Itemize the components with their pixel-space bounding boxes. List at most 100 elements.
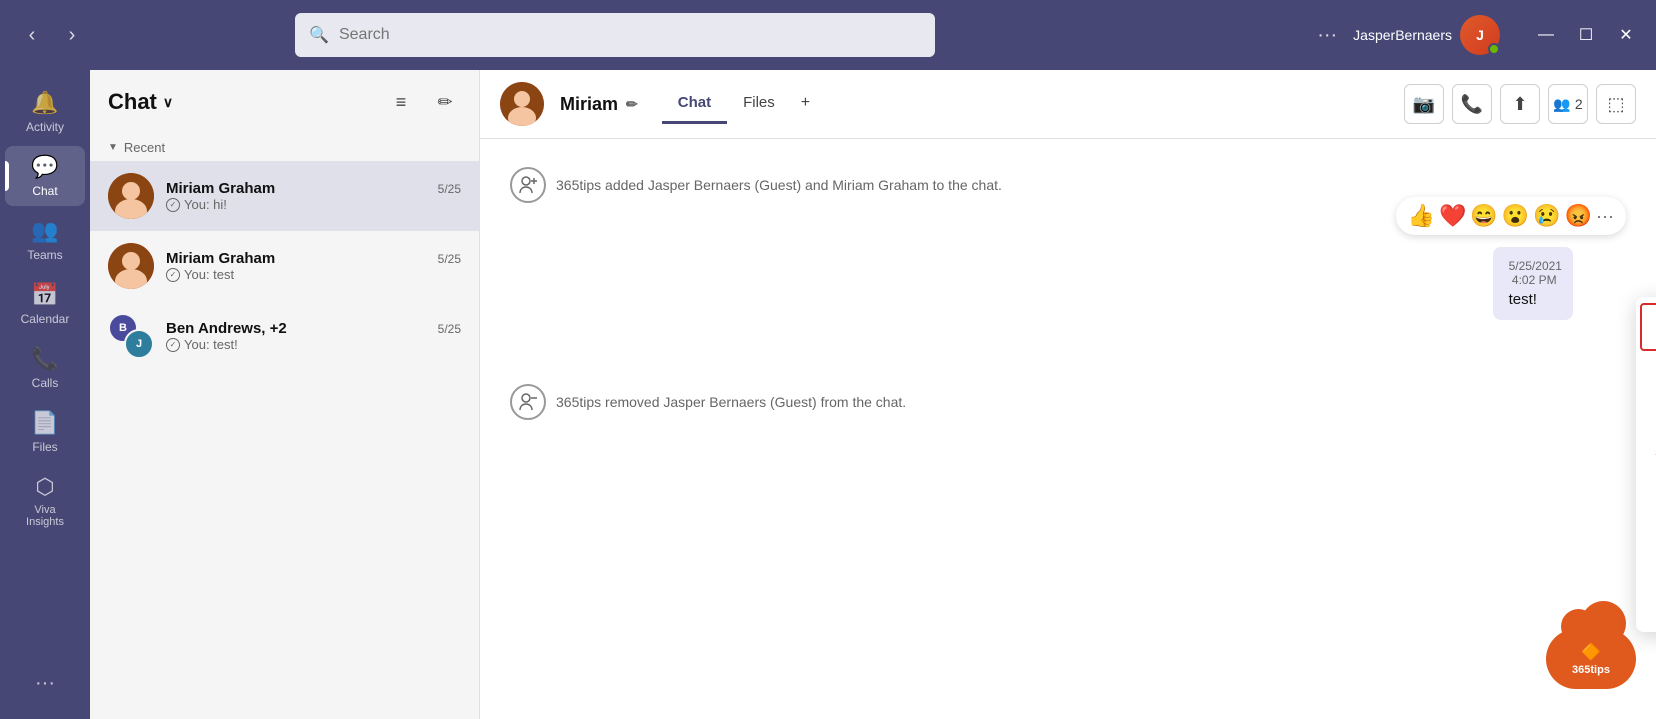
sidebar-bottom: ··· — [23, 660, 67, 707]
back-button[interactable]: ‹ — [16, 19, 48, 51]
tab-chat[interactable]: Chat — [662, 84, 727, 124]
people-count: 2 — [1575, 96, 1583, 112]
search-icon: 🔍 — [309, 25, 329, 45]
teams-icon: 👥 — [31, 218, 58, 244]
status-dot: ✓ — [166, 338, 180, 352]
messages-area: 365tips added Jasper Bernaers (Guest) an… — [480, 139, 1656, 719]
share-button[interactable]: ⬆ — [1500, 84, 1540, 124]
avatar-image — [108, 243, 154, 289]
close-button[interactable]: ✕ — [1612, 21, 1640, 49]
sidebar-more-button[interactable]: ··· — [23, 660, 67, 707]
calendar-icon: 📅 — [31, 282, 58, 308]
reaction-sad[interactable]: 😢 — [1533, 203, 1560, 229]
maximize-button[interactable]: ☐ — [1572, 21, 1600, 49]
titlebar-right: ··· JasperBernaers J — ☐ ✕ — [1317, 15, 1640, 55]
system-icon — [510, 167, 546, 203]
new-chat-button[interactable]: ✏ — [429, 86, 461, 118]
activity-icon: 🔔 — [31, 90, 58, 116]
add-tab-button[interactable]: + — [791, 84, 820, 124]
people-button[interactable]: 👥 2 — [1548, 84, 1588, 124]
chat-icon: 💬 — [31, 154, 58, 180]
viva-icon: ⬡ — [35, 474, 54, 500]
avatar-image — [108, 173, 154, 219]
sidebar-item-label: Calendar — [21, 312, 70, 326]
reaction-laugh[interactable]: 😄 — [1470, 203, 1497, 229]
context-menu-outlook[interactable]: ✉ Share to Outlook — [1636, 524, 1656, 568]
sidebar-item-calendar[interactable]: 📅 Calendar — [5, 274, 85, 334]
sidebar-item-teams[interactable]: 👥 Teams — [5, 210, 85, 270]
sidebar-item-label: Chat — [32, 184, 57, 198]
chat-header-name[interactable]: Miriam ✏ — [560, 94, 638, 115]
remove-user-icon — [516, 390, 540, 414]
sidebar-item-files[interactable]: 📄 Files — [5, 402, 85, 462]
calls-icon: 📞 — [31, 346, 58, 372]
chat-list-title[interactable]: Chat ∨ — [108, 89, 173, 115]
chat-preview: ✓ You: test — [166, 267, 461, 282]
username-label: JasperBernaers — [1353, 27, 1452, 43]
reaction-bar: 👍 ❤️ 😄 😮 😢 😡 ··· — [1396, 197, 1626, 235]
chat-header-right: 📷 📞 ⬆ 👥 2 ⬚ — [1404, 84, 1636, 124]
chat-time: 5/25 — [438, 252, 461, 266]
filter-button[interactable]: ≡ — [385, 86, 417, 118]
context-menu-unread[interactable]: ◎ Mark as unread — [1636, 483, 1656, 524]
more-options-icon[interactable]: ··· — [1317, 24, 1337, 47]
popout-button[interactable]: ⬚ — [1596, 84, 1636, 124]
search-input[interactable] — [339, 26, 921, 44]
context-menu-translate[interactable]: Aあ Translate — [1636, 568, 1656, 626]
sidebar-item-viva[interactable]: ⬡ Viva Insights — [5, 466, 85, 536]
chat-name-row: Ben Andrews, +2 5/25 — [166, 320, 461, 337]
tab-files[interactable]: Files — [727, 84, 791, 124]
context-menu-edit[interactable]: ✏ Edit — [1636, 351, 1656, 395]
reaction-thumbsup[interactable]: 👍 — [1408, 203, 1435, 229]
reaction-angry[interactable]: 😡 — [1565, 203, 1592, 229]
list-item[interactable]: Miriam Graham 5/25 ✓ You: test — [90, 231, 479, 301]
reaction-heart[interactable]: ❤️ — [1439, 203, 1466, 229]
bubble-container: 👍 ❤️ 😄 😮 😢 😡 ··· 5/25/2021 4:02 PM test!… — [1493, 247, 1626, 320]
forward-button[interactable]: › — [56, 19, 88, 51]
chat-title-chevron: ∨ — [163, 94, 173, 111]
chat-time: 5/25 — [438, 322, 461, 336]
system-icon-2 — [510, 384, 546, 420]
context-menu-reply[interactable]: ↩ Reply — [1640, 303, 1656, 351]
list-item[interactable]: B J Ben Andrews, +2 5/25 ✓ You: test! — [90, 301, 479, 371]
main-layout: 🔔 Activity 💬 Chat 👥 Teams 📅 Calendar 📞 C… — [0, 70, 1656, 719]
sidebar-item-label: Calls — [32, 376, 59, 390]
chat-info: Ben Andrews, +2 5/25 ✓ You: test! — [166, 320, 461, 352]
chat-list-panel: Chat ∨ ≡ ✏ ▼ Recent Miriam — [90, 70, 480, 719]
brand-label: 365tips — [1572, 664, 1610, 676]
chat-preview: ✓ You: hi! — [166, 197, 461, 212]
message-text: test! — [1509, 291, 1557, 308]
status-dot: ✓ — [166, 198, 180, 212]
add-user-icon — [516, 173, 540, 197]
audio-call-button[interactable]: 📞 — [1452, 84, 1492, 124]
chat-name-row: Miriam Graham 5/25 — [166, 250, 461, 267]
video-call-button[interactable]: 📷 — [1404, 84, 1444, 124]
sidebar-item-activity[interactable]: 🔔 Activity — [5, 82, 85, 142]
chat-name: Miriam Graham — [166, 250, 275, 267]
edit-name-icon: ✏ — [626, 96, 638, 113]
context-menu-save[interactable]: 🔖 Save this message — [1636, 439, 1656, 483]
system-message-text-2: 365tips removed Jasper Bernaers (Guest) … — [556, 394, 906, 410]
user-info: JasperBernaers J — [1353, 15, 1500, 55]
context-menu-delete[interactable]: 🗑 Delete — [1636, 395, 1656, 439]
avatar[interactable]: J — [1460, 15, 1500, 55]
chat-info: Miriam Graham 5/25 ✓ You: hi! — [166, 180, 461, 212]
chat-title-label: Chat — [108, 89, 157, 115]
reaction-surprised[interactable]: 😮 — [1502, 203, 1529, 229]
recent-label: ▼ Recent — [90, 134, 479, 161]
sidebar-item-calls[interactable]: 📞 Calls — [5, 338, 85, 398]
system-message-text: 365tips added Jasper Bernaers (Guest) an… — [556, 177, 1002, 193]
titlebar: ‹ › 🔍 ··· JasperBernaers J — ☐ ✕ — [0, 0, 1656, 70]
sidebar-item-chat[interactable]: 💬 Chat — [5, 146, 85, 206]
recent-chevron: ▼ — [108, 142, 118, 153]
list-item[interactable]: Miriam Graham 5/25 ✓ You: hi! — [90, 161, 479, 231]
active-indicator — [5, 161, 9, 191]
avatar — [500, 82, 544, 126]
search-bar[interactable]: 🔍 — [295, 13, 935, 57]
chat-list-header: Chat ∨ ≡ ✏ — [90, 70, 479, 134]
minimize-button[interactable]: — — [1532, 21, 1560, 49]
office-icon: 🔶 — [1581, 642, 1601, 662]
reaction-more-icon[interactable]: ··· — [1596, 206, 1614, 227]
sidebar-item-label: Teams — [27, 248, 62, 262]
sidebar-item-label: Viva Insights — [17, 504, 73, 528]
